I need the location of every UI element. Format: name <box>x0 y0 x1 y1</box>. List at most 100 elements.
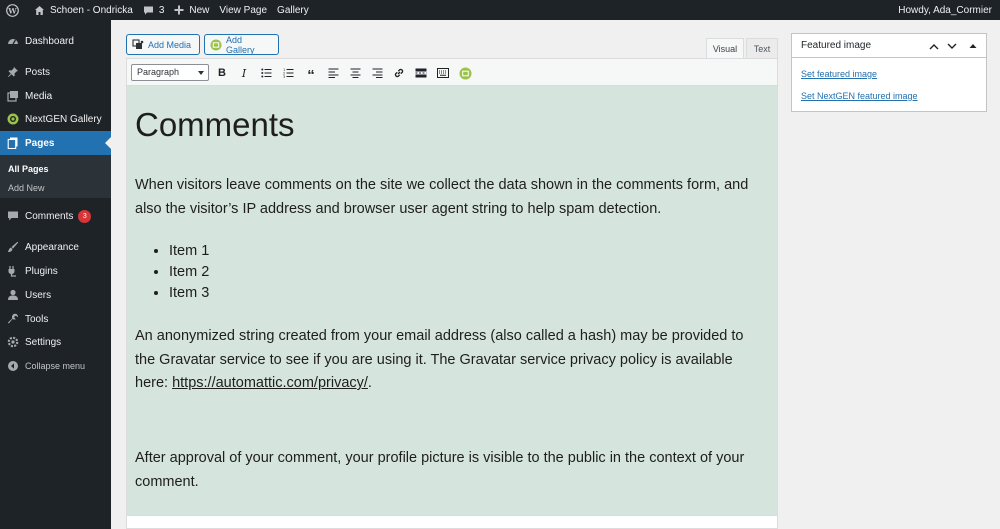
comments-badge: 3 <box>78 209 92 223</box>
sidebar-item-appearance[interactable]: Appearance <box>0 235 111 259</box>
sidebar-item-plugins[interactable]: Plugins <box>0 259 111 283</box>
comments-count: 3 <box>158 4 165 16</box>
add-gallery-button[interactable]: Add Gallery <box>204 34 279 55</box>
align-right-icon[interactable] <box>369 65 385 81</box>
sidebar-label-media: Media <box>25 90 53 102</box>
howdy-text: Howdy, Ada_Cormier <box>898 4 992 16</box>
view-page-label: View Page <box>219 4 268 16</box>
view-page-link[interactable]: View Page <box>214 0 272 20</box>
sidebar-item-pages[interactable]: Pages <box>0 131 111 155</box>
content-paragraph-2: An anonymized string created from your e… <box>135 325 765 396</box>
comment-bubble-icon <box>7 210 19 222</box>
sidebar-label-appearance: Appearance <box>25 241 79 253</box>
bulleted-list-icon[interactable] <box>258 65 274 81</box>
admin-sidebar: Dashboard Posts Media NextGEN Gallery Pa… <box>0 20 111 529</box>
sidebar-collapse-menu[interactable]: Collapse menu <box>0 354 111 378</box>
pages-submenu: All Pages Add New <box>0 155 111 198</box>
user-account-menu[interactable]: Howdy, Ada_Cormier <box>898 0 992 20</box>
settings-sliders-icon <box>7 336 19 348</box>
sidebar-item-settings[interactable]: Settings <box>0 330 111 354</box>
collapse-arrow-icon <box>7 360 19 372</box>
home-icon <box>34 5 50 16</box>
content-heading: Comments <box>135 106 295 143</box>
plus-icon <box>174 5 189 15</box>
site-name-link[interactable]: Schoen - Ondricka <box>29 0 138 20</box>
add-media-label: Add Media <box>148 39 192 50</box>
content-paragraph-1: When visitors leave comments on the site… <box>135 177 749 217</box>
blockquote-icon[interactable]: “ <box>303 65 319 84</box>
editor-status-bar <box>126 515 778 529</box>
tab-visual[interactable]: Visual <box>706 38 744 58</box>
chevron-down-icon[interactable] <box>945 39 959 53</box>
toolbar-toggle-icon[interactable] <box>435 65 451 81</box>
wrench-icon <box>7 313 19 325</box>
sidebar-label-comments: Comments <box>25 210 74 222</box>
add-media-icon <box>132 38 144 51</box>
admin-bar: W Schoen - Ondricka 3 New View Page Gall… <box>0 0 1000 20</box>
read-more-icon[interactable] <box>413 65 429 81</box>
sidebar-label-plugins: Plugins <box>25 265 58 277</box>
nextgen-gallery-icon <box>7 113 19 125</box>
format-select[interactable]: Paragraph <box>131 64 209 81</box>
sidebar-label-users: Users <box>25 289 52 301</box>
sidebar-label-pages: Pages <box>25 137 55 149</box>
wordpress-icon: W <box>6 3 24 17</box>
svg-text:3: 3 <box>283 75 285 78</box>
paintbrush-icon <box>7 241 19 253</box>
chevron-up-icon[interactable] <box>927 39 941 53</box>
sidebar-item-users[interactable]: Users <box>0 283 111 307</box>
pushpin-icon <box>7 66 19 78</box>
sidebar-item-comments[interactable]: Comments 3 <box>0 204 111 228</box>
link-icon[interactable] <box>391 65 407 81</box>
paragraph-2-end: . <box>367 375 372 391</box>
list-item: Item 1 <box>169 241 209 262</box>
sidebar-label-settings: Settings <box>25 336 62 348</box>
format-select-value: Paragraph <box>137 67 180 77</box>
gallery-label: Gallery <box>277 4 309 16</box>
sidebar-item-tools[interactable]: Tools <box>0 307 111 331</box>
nextgen-gallery-icon[interactable] <box>457 65 473 81</box>
sidebar-item-add-new[interactable]: Add New <box>8 183 45 193</box>
nextgen-gallery-icon <box>210 39 222 51</box>
new-content-button[interactable]: New <box>169 0 214 20</box>
wordpress-logo-button[interactable]: W <box>0 0 29 20</box>
user-icon <box>7 289 19 301</box>
chevron-down-icon <box>198 71 204 78</box>
content-list: Item 1 Item 2 Item 3 <box>169 241 209 304</box>
sidebar-label-posts: Posts <box>25 66 51 78</box>
comment-bubble-icon <box>143 5 159 16</box>
list-item: Item 2 <box>169 262 209 283</box>
bold-icon[interactable]: B <box>214 65 230 81</box>
dashboard-icon <box>7 35 19 47</box>
privacy-policy-link[interactable]: https://automattic.com/privacy/ <box>172 375 368 391</box>
sidebar-label-collapse: Collapse menu <box>25 361 86 371</box>
list-item: Item 3 <box>169 283 209 304</box>
sidebar-item-posts[interactable]: Posts <box>0 60 111 84</box>
sidebar-label-dashboard: Dashboard <box>25 35 74 47</box>
editor-content-area[interactable]: Comments When visitors leave comments on… <box>126 86 778 515</box>
set-featured-image-link[interactable]: Set featured image <box>801 69 877 79</box>
italic-icon[interactable]: I <box>236 65 252 81</box>
featured-image-title: Featured image <box>801 40 872 51</box>
set-nextgen-featured-image-link[interactable]: Set NextGEN featured image <box>801 91 918 101</box>
comments-link[interactable]: 3 <box>138 0 170 20</box>
plug-icon <box>7 265 19 277</box>
sidebar-item-media[interactable]: Media <box>0 84 111 108</box>
numbered-list-icon[interactable]: 123 <box>280 65 296 81</box>
gallery-link[interactable]: Gallery <box>272 0 314 20</box>
sidebar-item-all-pages[interactable]: All Pages <box>8 164 49 174</box>
media-icon <box>7 90 19 102</box>
tab-text[interactable]: Text <box>746 38 778 58</box>
sidebar-item-nextgen-gallery[interactable]: NextGEN Gallery <box>0 107 111 131</box>
new-label: New <box>189 4 210 16</box>
sidebar-item-dashboard[interactable]: Dashboard <box>0 29 111 53</box>
collapse-panel-icon[interactable] <box>966 39 980 53</box>
content-paragraph-3: After approval of your comment, your pro… <box>135 450 745 490</box>
align-left-icon[interactable] <box>325 65 341 81</box>
featured-image-panel: Featured image Set featured image Set Ne… <box>791 33 987 112</box>
site-name: Schoen - Ondricka <box>50 4 133 16</box>
align-center-icon[interactable] <box>347 65 363 81</box>
add-media-button[interactable]: Add Media <box>126 34 200 55</box>
pages-icon <box>7 137 19 149</box>
sidebar-label-nextgen: NextGEN Gallery <box>25 113 102 125</box>
